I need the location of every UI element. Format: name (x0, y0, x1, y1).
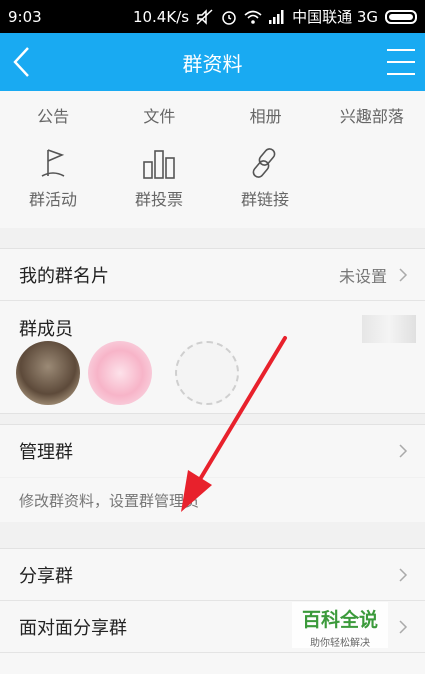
battery-icon (385, 9, 417, 24)
profile-section: 我的群名片 未设置 群成员 (0, 248, 425, 414)
grid-item-announcement[interactable]: 公告 (0, 91, 106, 131)
more-settings-row[interactable] (0, 653, 425, 674)
share-group-label: 分享群 (19, 565, 73, 587)
watermark-logo: 百科全说 助你轻松解决 (292, 602, 388, 649)
status-bar: 9:03 10.4K/s 中国联通 3G (0, 0, 425, 33)
manage-group-row[interactable]: 管理群 (0, 425, 425, 477)
back-arrow-icon[interactable] (10, 45, 34, 79)
network-speed: 10.4K/s (132, 7, 190, 26)
face-share-label: 面对面分享群 (19, 617, 127, 639)
grid-item-album[interactable]: 相册 (213, 91, 319, 131)
grid-item-vote[interactable]: 群投票 (106, 146, 212, 216)
group-card-value: 未设置 (338, 266, 387, 286)
watermark-subtitle: 助你轻松解决 (310, 638, 370, 649)
grid-item-tribe[interactable]: 兴趣部落 (319, 91, 425, 131)
grid-item-files[interactable]: 文件 (106, 91, 212, 131)
wifi-icon (244, 10, 262, 24)
chevron-right-icon (399, 267, 408, 282)
feature-grid: 公告 文件 相册 兴趣部落 群活动 群投票 群链接 (0, 91, 425, 228)
grid-item-activity-label: 群活动 (28, 190, 77, 209)
share-group-row[interactable]: 分享群 (0, 549, 425, 601)
chevron-right-icon (399, 567, 408, 582)
bar-chart-icon (143, 150, 175, 179)
members-label: 群成员 (19, 319, 73, 340)
watermark-title: 百科全说 (301, 609, 378, 631)
members-blurred-badge (362, 315, 416, 343)
group-card-label: 我的群名片 (19, 265, 109, 287)
grid-item-link[interactable]: 群链接 (212, 146, 318, 216)
chevron-right-icon (399, 444, 408, 458)
flag-icon (41, 149, 65, 177)
member-avatar[interactable] (16, 341, 80, 405)
page-title: 群资料 (182, 51, 243, 76)
signal-icon (269, 9, 284, 24)
grid-item-link-label: 群链接 (240, 190, 289, 209)
link-icon (252, 148, 276, 178)
carrier-label: 中国联通 3G (292, 8, 378, 26)
alarm-icon (222, 10, 236, 25)
group-card-row[interactable]: 我的群名片 未设置 (0, 249, 425, 301)
grid-item-activity[interactable]: 群活动 (0, 146, 106, 216)
manage-group-note: 修改群资料，设置群管理员 (0, 478, 425, 522)
status-time: 9:03 (8, 7, 42, 26)
manage-group-label: 管理群 (19, 442, 73, 463)
members-row[interactable]: 群成员 (0, 301, 425, 413)
member-avatar[interactable] (88, 341, 152, 405)
title-bar: 群资料 (0, 33, 425, 91)
menu-icon[interactable] (387, 49, 415, 75)
chevron-right-icon (399, 619, 408, 634)
mute-icon (196, 8, 213, 25)
manage-section: 管理群 (0, 424, 425, 477)
grid-item-vote-label: 群投票 (134, 190, 183, 209)
member-avatar[interactable] (175, 341, 239, 405)
